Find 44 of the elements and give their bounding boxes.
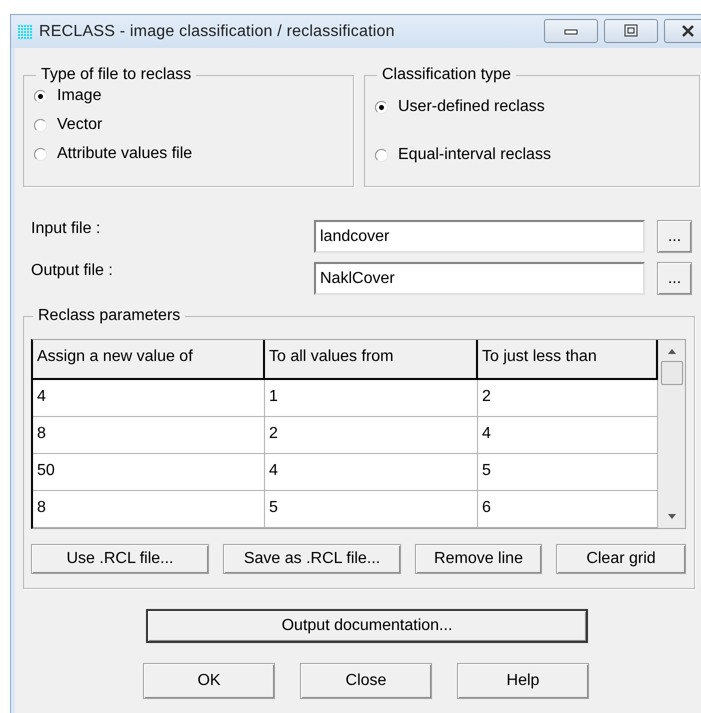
table-cell[interactable]: 50 (33, 454, 265, 491)
input-field[interactable]: NaklCover (314, 262, 645, 295)
scroll-up-icon[interactable] (666, 348, 676, 354)
browse-button[interactable]: ... (657, 220, 692, 253)
radio-button[interactable]: Image (34, 87, 343, 105)
browse-button[interactable]: ... (657, 262, 692, 295)
column-header[interactable]: To all values from (265, 340, 478, 380)
table-cell[interactable]: 8 (33, 491, 265, 528)
input-field[interactable]: landcover (314, 220, 645, 253)
radio-button[interactable]: User-defined reclass (375, 98, 689, 116)
group-title: Classification type (381, 66, 512, 84)
scroll-thumb[interactable] (660, 361, 682, 385)
column-header[interactable]: To just less than (478, 340, 658, 380)
dialog-button[interactable]: OK (143, 663, 275, 699)
table-cell[interactable]: 5 (265, 491, 478, 528)
table-cell[interactable]: 1 (265, 380, 478, 417)
dialog-button[interactable]: Help (457, 663, 589, 699)
radio-button[interactable]: Equal-interval reclass (375, 146, 689, 164)
radio-button[interactable]: Vector (34, 116, 343, 134)
field-label: Input file : (30, 220, 102, 238)
maximize-icon (623, 24, 639, 38)
documentation-button[interactable]: Output documentation... (146, 609, 588, 643)
close-icon (680, 24, 696, 38)
action-button[interactable]: Use .RCL file... (31, 544, 209, 574)
minimize-button[interactable] (544, 19, 598, 43)
action-button[interactable]: Save as .RCL file... (223, 544, 401, 574)
close-button[interactable] (664, 19, 701, 43)
action-button[interactable]: Clear grid (556, 544, 686, 574)
table-cell[interactable]: 2 (265, 417, 478, 454)
radio-button[interactable]: Attribute values file (34, 145, 343, 163)
group-title: Type of file to reclass (40, 66, 192, 84)
app-icon (17, 24, 33, 40)
scroll-down-icon[interactable] (666, 514, 676, 520)
action-button[interactable]: Remove line (415, 544, 542, 574)
table-cell[interactable]: 4 (33, 380, 265, 417)
dialog-button[interactable]: Close (300, 663, 432, 699)
maximize-button[interactable] (604, 19, 658, 43)
table-cell[interactable]: 8 (33, 417, 265, 454)
window-title: RECLASS - image classification / reclassification (39, 22, 395, 40)
scrollbar[interactable] (658, 340, 685, 528)
group-title: Reclass parameters (37, 307, 182, 325)
column-header[interactable]: Assign a new value of (33, 340, 265, 380)
table-cell[interactable]: 4 (265, 454, 478, 491)
field-label: Output file : (30, 262, 114, 280)
